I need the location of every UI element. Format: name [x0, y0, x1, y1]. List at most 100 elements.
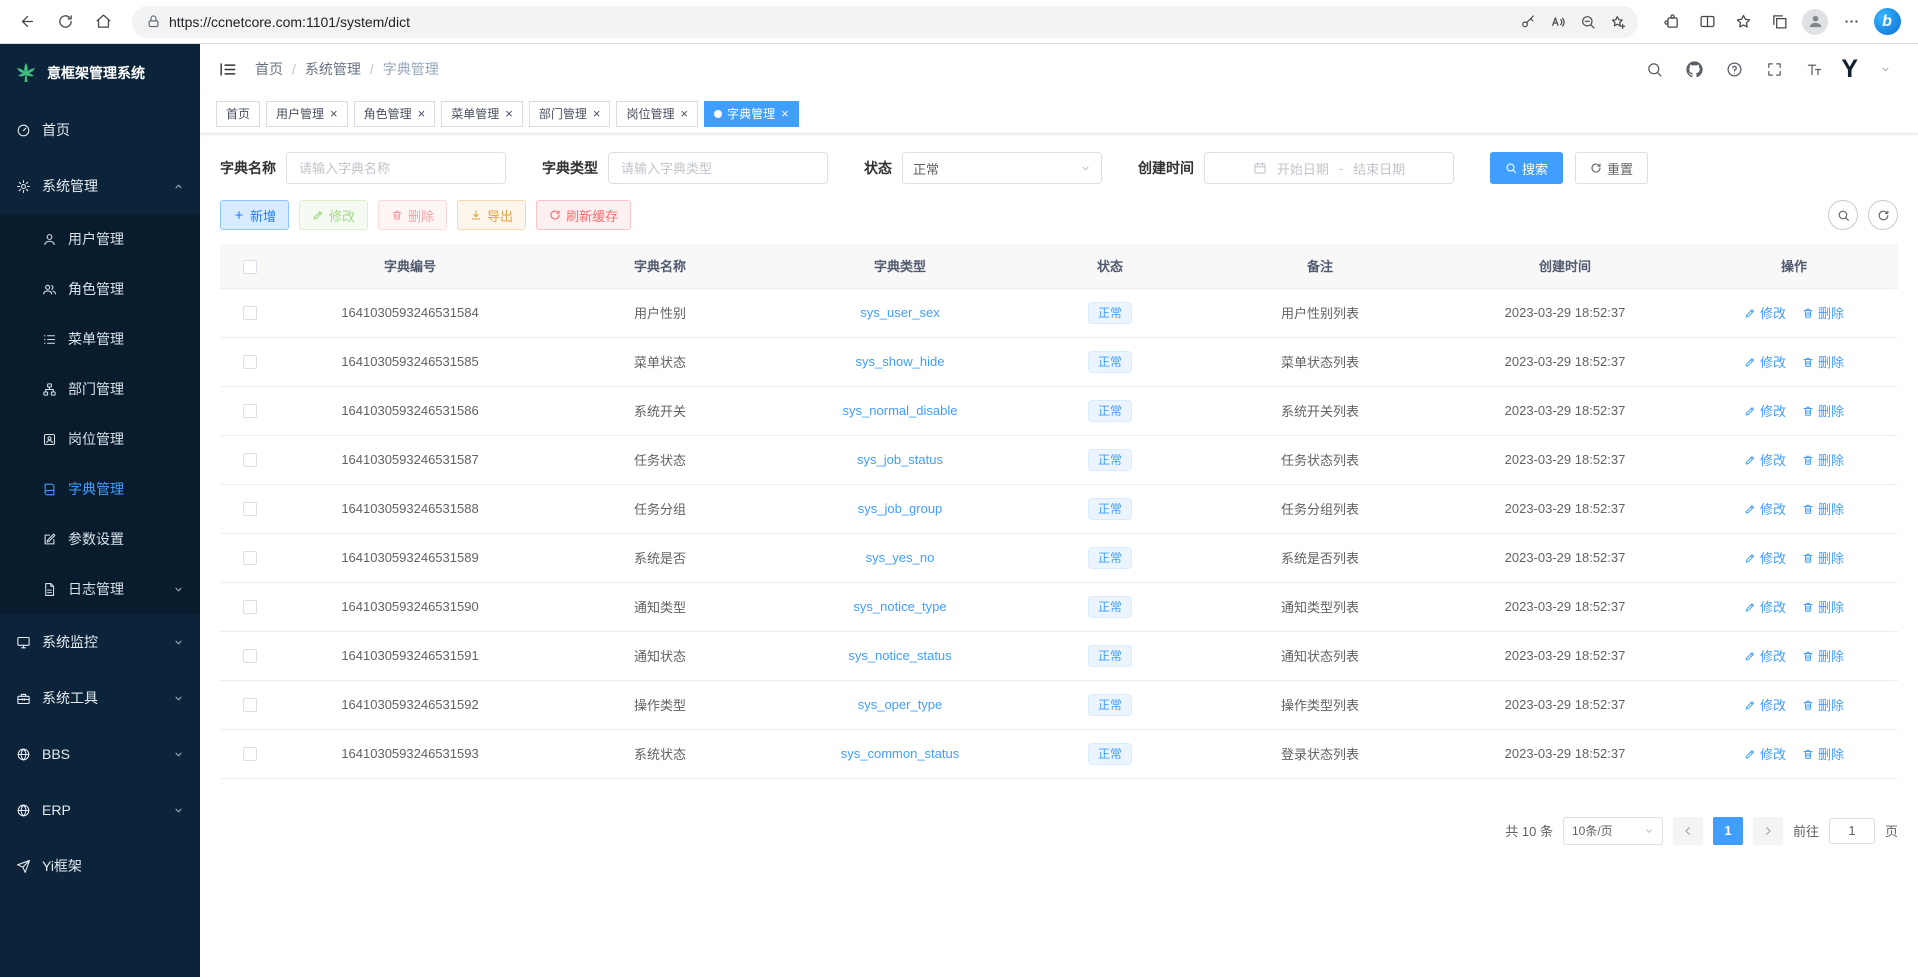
breadcrumb-home[interactable]: 首页 — [255, 59, 283, 79]
row-delete-link[interactable]: 删除 — [1802, 695, 1844, 714]
tab-item[interactable]: 岗位管理× — [616, 101, 698, 127]
dict-type-link[interactable]: sys_yes_no — [866, 550, 935, 565]
sidebar-subitem-dict[interactable]: 字典管理 — [0, 464, 200, 514]
refresh-cache-button[interactable]: 刷新缓存 — [536, 200, 631, 230]
edit-button[interactable]: 修改 — [299, 200, 368, 230]
collections-button[interactable] — [1762, 5, 1796, 39]
sidebar-subitem-post[interactable]: 岗位管理 — [0, 414, 200, 464]
sidebar-item-home[interactable]: 首页 — [0, 102, 200, 158]
next-page-button[interactable] — [1753, 817, 1783, 845]
sidebar-item-monitor[interactable]: 系统监控 — [0, 614, 200, 670]
sidebar-item-bbs[interactable]: BBS — [0, 726, 200, 782]
dict-type-link[interactable]: sys_notice_type — [853, 599, 946, 614]
dict-type-link[interactable]: sys_normal_disable — [843, 403, 958, 418]
bing-chat-button[interactable] — [1870, 5, 1904, 39]
user-logo[interactable]: Y — [1839, 57, 1860, 82]
split-screen-button[interactable] — [1690, 5, 1724, 39]
row-delete-link[interactable]: 删除 — [1802, 401, 1844, 420]
sidebar-item-system[interactable]: 系统管理 — [0, 158, 200, 214]
fullscreen-button[interactable] — [1759, 54, 1789, 84]
row-checkbox[interactable] — [243, 600, 257, 614]
extensions-button[interactable] — [1654, 5, 1688, 39]
tab-item[interactable]: 部门管理× — [529, 101, 611, 127]
row-delete-link[interactable]: 删除 — [1802, 548, 1844, 567]
github-button[interactable] — [1679, 54, 1709, 84]
dict-type-input[interactable] — [608, 152, 828, 184]
row-delete-link[interactable]: 删除 — [1802, 597, 1844, 616]
row-checkbox[interactable] — [243, 306, 257, 320]
header-search-button[interactable] — [1639, 54, 1669, 84]
tab-close-icon[interactable]: × — [505, 106, 513, 121]
dict-type-link[interactable]: sys_notice_status — [848, 648, 951, 663]
select-all-checkbox[interactable] — [243, 260, 257, 274]
sidebar-subitem-param[interactable]: 参数设置 — [0, 514, 200, 564]
sidebar-item-tools[interactable]: 系统工具 — [0, 670, 200, 726]
dict-type-link[interactable]: sys_common_status — [841, 746, 960, 761]
dict-type-link[interactable]: sys_job_status — [857, 452, 943, 467]
browser-menu-button[interactable] — [1834, 5, 1868, 39]
tab-close-icon[interactable]: × — [330, 106, 338, 121]
tab-close-icon[interactable]: × — [593, 106, 601, 121]
sidebar-subitem-menu[interactable]: 菜单管理 — [0, 314, 200, 364]
sidebar-subitem-role[interactable]: 角色管理 — [0, 264, 200, 314]
address-bar[interactable]: https://ccnetcore.com:1101/system/dict — [132, 6, 1638, 38]
goto-page-input[interactable] — [1829, 818, 1875, 844]
sidebar-toggle-button[interactable] — [218, 60, 237, 79]
profile-button[interactable] — [1798, 5, 1832, 39]
tab-close-icon[interactable]: × — [781, 106, 789, 121]
help-button[interactable] — [1719, 54, 1749, 84]
password-button[interactable] — [1514, 8, 1542, 36]
tab-close-icon[interactable]: × — [680, 106, 688, 121]
search-button[interactable]: 搜索 — [1490, 152, 1563, 184]
dict-type-link[interactable]: sys_show_hide — [856, 354, 945, 369]
row-checkbox[interactable] — [243, 404, 257, 418]
dict-name-input[interactable] — [286, 152, 506, 184]
row-checkbox[interactable] — [243, 698, 257, 712]
tab-item[interactable]: 字典管理× — [704, 101, 799, 127]
reload-button[interactable] — [48, 5, 82, 39]
sidebar-item-yi[interactable]: Yi框架 — [0, 838, 200, 894]
dict-type-link[interactable]: sys_user_sex — [860, 305, 939, 320]
row-edit-link[interactable]: 修改 — [1744, 695, 1786, 714]
tab-item[interactable]: 菜单管理× — [441, 101, 523, 127]
favorites-button[interactable] — [1726, 5, 1760, 39]
row-edit-link[interactable]: 修改 — [1744, 401, 1786, 420]
tab-item[interactable]: 首页 — [216, 101, 260, 127]
row-edit-link[interactable]: 修改 — [1744, 303, 1786, 322]
breadcrumb-system[interactable]: 系统管理 — [305, 59, 361, 79]
reset-button[interactable]: 重置 — [1575, 152, 1648, 184]
user-menu-button[interactable] — [1870, 54, 1900, 84]
zoom-button[interactable] — [1574, 8, 1602, 36]
back-button[interactable] — [10, 5, 44, 39]
sidebar-item-erp[interactable]: ERP — [0, 782, 200, 838]
font-size-button[interactable] — [1799, 54, 1829, 84]
read-aloud-button[interactable] — [1544, 8, 1572, 36]
row-delete-link[interactable]: 删除 — [1802, 744, 1844, 763]
refresh-table-button[interactable] — [1868, 200, 1898, 230]
sidebar-subitem-dept[interactable]: 部门管理 — [0, 364, 200, 414]
status-select[interactable]: 正常 — [902, 152, 1102, 184]
tab-close-icon[interactable]: × — [418, 106, 426, 121]
row-edit-link[interactable]: 修改 — [1744, 548, 1786, 567]
row-checkbox[interactable] — [243, 551, 257, 565]
row-checkbox[interactable] — [243, 649, 257, 663]
add-favorite-button[interactable] — [1604, 8, 1632, 36]
page-size-select[interactable]: 10条/页 — [1563, 817, 1663, 845]
dict-type-link[interactable]: sys_oper_type — [858, 697, 943, 712]
row-edit-link[interactable]: 修改 — [1744, 744, 1786, 763]
page-number-button[interactable]: 1 — [1713, 817, 1743, 845]
toggle-search-button[interactable] — [1828, 200, 1858, 230]
row-edit-link[interactable]: 修改 — [1744, 499, 1786, 518]
row-delete-link[interactable]: 删除 — [1802, 450, 1844, 469]
row-delete-link[interactable]: 删除 — [1802, 303, 1844, 322]
row-delete-link[interactable]: 删除 — [1802, 352, 1844, 371]
row-delete-link[interactable]: 删除 — [1802, 499, 1844, 518]
row-delete-link[interactable]: 删除 — [1802, 646, 1844, 665]
tab-item[interactable]: 用户管理× — [266, 101, 348, 127]
delete-button[interactable]: 删除 — [378, 200, 447, 230]
dict-type-link[interactable]: sys_job_group — [858, 501, 943, 516]
row-edit-link[interactable]: 修改 — [1744, 646, 1786, 665]
row-edit-link[interactable]: 修改 — [1744, 450, 1786, 469]
row-checkbox[interactable] — [243, 355, 257, 369]
row-checkbox[interactable] — [243, 502, 257, 516]
